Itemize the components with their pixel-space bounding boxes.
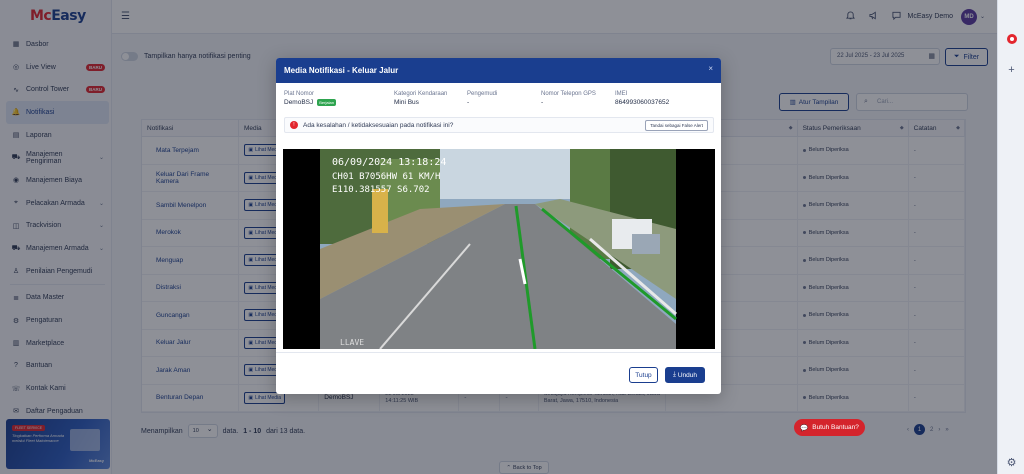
video-timestamp: 06/09/2024 13:18:24 [332, 157, 446, 168]
gear-icon[interactable]: ⚙ [1003, 454, 1020, 471]
close-icon[interactable]: × [708, 64, 713, 73]
field-plat-nomor: Plat Nomor DemoBSJ Berjalan [284, 91, 336, 106]
dashcam-frame: 06/09/2024 13:18:24 CH01 B7056HW 61 KM/H… [283, 149, 715, 349]
extension-icon[interactable] [1003, 30, 1020, 47]
modal-title: Media Notifikasi - Keluar Jalur [284, 66, 399, 75]
warning-icon: ! [290, 121, 298, 129]
download-button[interactable]: ⤓ Unduh [665, 367, 705, 383]
add-icon[interactable]: + [1003, 61, 1020, 78]
close-button[interactable]: Tutup [629, 367, 658, 383]
media-notification-modal: Media Notifikasi - Keluar Jalur × Plat N… [276, 58, 721, 394]
video-coordinates: E110.381557 S6.702 [332, 185, 430, 195]
app-root: McEasy ▦ Dasbor ◎ Live View BARU ∿ Control Tow… [0, 0, 997, 474]
field-kategori: Kategori Kendaraan Mini Bus [394, 91, 448, 106]
status-badge: Berjalan [317, 99, 336, 106]
video-channel-speed: CH01 B7056HW 61 KM/H [332, 172, 440, 182]
vehicle-info: Plat Nomor DemoBSJ Berjalan Kategori Kend… [284, 91, 714, 111]
dashcam-video[interactable]: 06/09/2024 13:18:24 CH01 B7056HW 61 KM/H… [283, 149, 715, 349]
field-telepon: Nomor Telepon GPS - [541, 91, 596, 106]
download-icon: ⤓ [672, 371, 676, 378]
chat-bubble-icon: 💬 [800, 424, 809, 432]
video-footer: LLAVE [340, 338, 364, 347]
alert-text: Ada kesalahan / ketidaksesuaian pada not… [303, 121, 454, 129]
false-alert-bar: ! Ada kesalahan / ketidaksesuaian pada n… [284, 117, 714, 133]
modal-header: Media Notifikasi - Keluar Jalur × [276, 58, 721, 83]
field-pengemudi: Pengemudi - [467, 91, 498, 106]
right-rail: + ⚙ [997, 0, 1024, 474]
help-chat-button[interactable]: 💬 Butuh Bantuan? [794, 419, 865, 436]
modal-footer: Tutup ⤓ Unduh [276, 352, 721, 394]
mark-false-alert-button[interactable]: Tandai sebagai False Alert [645, 120, 708, 131]
field-imei: IMEI 864993060037652 [615, 91, 670, 106]
